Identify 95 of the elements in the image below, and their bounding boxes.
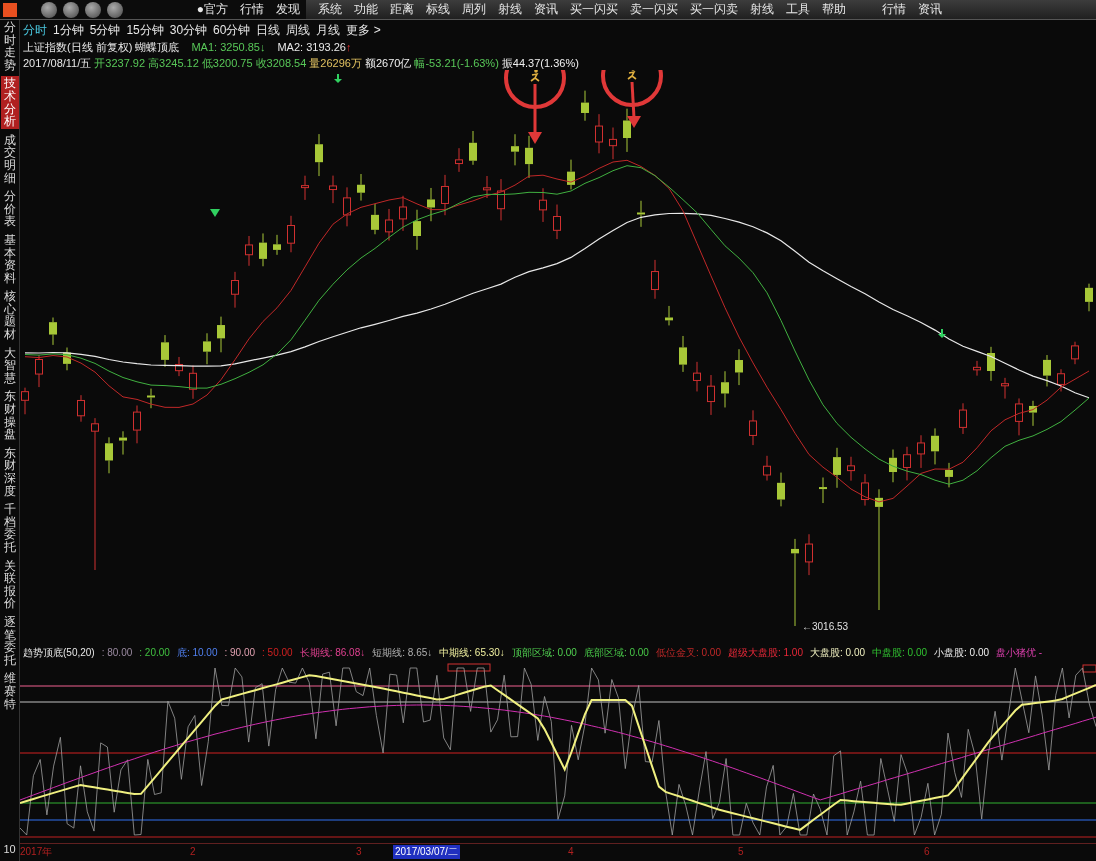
menu-item[interactable]: 资讯	[534, 0, 558, 19]
axis-label: 4	[568, 845, 574, 859]
axis-label: 2	[190, 845, 196, 859]
axis-label: 2017年	[20, 845, 53, 859]
menu-item[interactable]: 工具	[786, 0, 810, 19]
side-tab[interactable]: 千档委托	[0, 502, 19, 555]
indicator-value: 短期线: 8.65↓	[372, 646, 433, 660]
indicator-value: : 20.00	[139, 646, 170, 660]
arrow	[627, 81, 641, 128]
low-price-label: ←3016.53	[802, 621, 849, 632]
indicator-scale-label: 10	[3, 841, 16, 857]
axis-label: 6	[924, 845, 930, 859]
menu-item[interactable]: 买一闪卖	[690, 0, 738, 19]
side-tab[interactable]: 核心题材	[0, 289, 19, 342]
side-tab[interactable]: 技术分析	[0, 76, 19, 129]
chart-title: 上证指数(日线 前复权) 蝴蝶顶底	[23, 40, 180, 55]
ma-value: MA2: 3193.26	[277, 40, 346, 55]
menu-item[interactable]: 功能	[354, 0, 378, 19]
period-tab[interactable]: 5分钟	[89, 20, 121, 40]
running-figure-icon	[627, 70, 637, 80]
indicator-title: 趋势顶底(50,20)	[23, 646, 95, 660]
menu-item[interactable]: 帮助	[822, 0, 846, 19]
menu-item[interactable]: 周列	[462, 0, 486, 19]
round-toolbar-button[interactable]	[41, 1, 57, 18]
menu-item[interactable]: 卖一闪买	[630, 0, 678, 19]
side-tab[interactable]: 大智慧	[0, 345, 19, 386]
period-tab[interactable]: 分时	[23, 20, 47, 40]
menu-item[interactable]: 资讯	[918, 0, 942, 19]
indicator-value: 低位金叉: 0.00	[655, 646, 721, 660]
ma-value: MA1: 3250.85	[191, 40, 260, 55]
side-tab[interactable]: 基本资料	[0, 232, 19, 286]
quote-value: 开3237.92	[94, 56, 146, 70]
indicator-value: 顶部区域: 0.00	[511, 646, 577, 660]
axis-label: 3	[356, 845, 362, 859]
side-tab[interactable]: 东财深度	[0, 445, 19, 499]
indicator-value: 长期线: 86.08↓	[299, 646, 366, 660]
indicator-value: 底部区域: 0.00	[583, 646, 649, 660]
toolbar-link[interactable]: 行情	[240, 0, 264, 19]
toolbar-link[interactable]: 发现	[276, 0, 300, 19]
axis-label: 2017/03/07/二	[393, 845, 460, 859]
round-toolbar-button[interactable]	[107, 1, 123, 18]
period-tab[interactable]: 更多 >	[346, 20, 381, 40]
menu-item[interactable]: 标线	[426, 0, 450, 19]
axis-label: 5	[738, 845, 744, 859]
trend-arrow: ↓	[259, 40, 266, 55]
side-tab[interactable]: 关联报价	[0, 558, 19, 611]
running-figure-icon	[530, 70, 540, 82]
indicator-value: 盘小猪优 -	[996, 646, 1043, 660]
toolbar-link[interactable]: ●官方	[196, 0, 228, 19]
down-arrow-icon	[334, 73, 342, 83]
indicator-value: : 80.00	[101, 646, 133, 660]
indicator-value: 小盘股: 0.00	[934, 646, 990, 660]
logo-icon	[3, 2, 17, 17]
triangle-marker-icon	[210, 209, 220, 217]
marker-rect	[447, 663, 491, 672]
quote-value: 低3200.75	[201, 56, 253, 70]
indicator-value: : 50.00	[262, 646, 293, 660]
period-tab[interactable]: 月线	[316, 20, 341, 40]
menu-item[interactable]: 距离	[390, 0, 414, 19]
quote-value: 振44.37(1.36%)	[501, 56, 579, 70]
marker-rect	[1082, 664, 1096, 673]
period-tab[interactable]: 60分钟	[213, 20, 251, 40]
arrow	[528, 84, 542, 144]
menu-item[interactable]: 射线	[750, 0, 774, 19]
side-tab[interactable]: 维赛特	[0, 671, 19, 712]
menu-item[interactable]: 行情	[882, 0, 906, 19]
quote-value: 量26296万	[309, 56, 362, 70]
quote-value: 高3245.12	[148, 56, 199, 70]
quote-value: 幅-53.21(-1.63%)	[414, 56, 499, 70]
round-toolbar-button[interactable]	[63, 1, 79, 18]
trend-arrow: ↑	[345, 40, 352, 55]
period-tab[interactable]: 15分钟	[126, 20, 164, 40]
period-tab[interactable]: 周线	[286, 20, 311, 40]
period-tab[interactable]: 日线	[256, 20, 281, 40]
indicator-value: 底: 10.00	[176, 646, 218, 660]
menu-item[interactable]: 买一闪买	[570, 0, 618, 19]
quote-value: 额2670亿	[364, 56, 412, 70]
menu-item[interactable]: 系统	[318, 0, 342, 19]
side-tab[interactable]: 分价表	[0, 189, 19, 229]
indicator-value: : 90.00	[224, 646, 256, 660]
round-toolbar-button[interactable]	[85, 1, 101, 18]
indicator-value: 大盘股: 0.00	[810, 646, 866, 660]
indicator-value: 超级大盘股: 1.00	[727, 646, 803, 660]
side-tab[interactable]: 东财操盘	[0, 389, 19, 442]
down-arrow-icon	[938, 328, 946, 338]
quote-value: 2017/08/11/五	[23, 56, 92, 70]
quote-value: 收3208.54	[255, 56, 307, 70]
period-tab[interactable]: 1分钟	[53, 20, 84, 40]
menu-item[interactable]: 射线	[498, 0, 522, 19]
side-tab[interactable]: 成交明细	[0, 132, 19, 186]
indicator-value: 中期线: 65.30↓	[439, 646, 505, 660]
side-tab[interactable]: 逐笔委托	[0, 614, 19, 668]
side-tab[interactable]: 分时走势	[0, 20, 19, 73]
period-tab[interactable]: 30分钟	[169, 20, 208, 40]
indicator-value: 中盘股: 0.00	[872, 646, 928, 660]
